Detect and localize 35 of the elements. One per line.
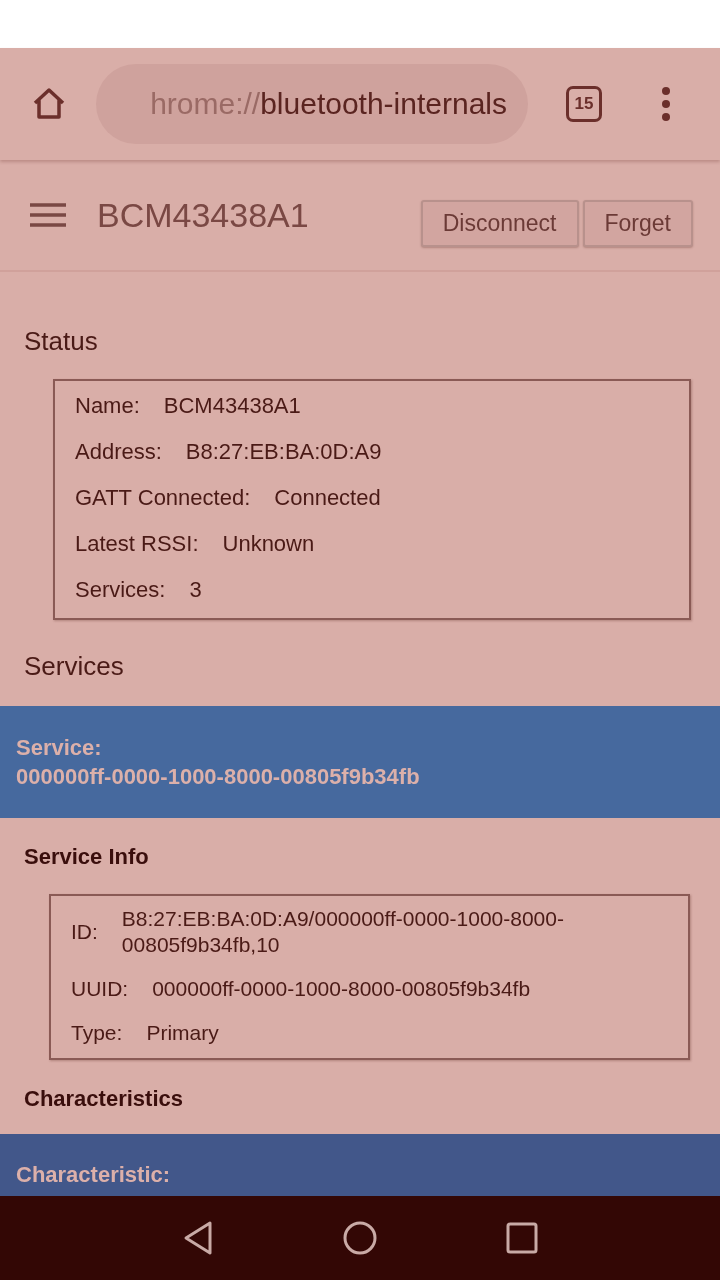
field-label: UUID: <box>71 976 129 1002</box>
service-header[interactable]: Service: 000000ff-0000-1000-8000-00805f9b34fb <box>0 706 720 818</box>
device-title: BCM43438A1 <box>97 195 309 235</box>
field-label: ID: <box>71 919 98 945</box>
subsection-heading: Characteristics <box>24 1086 184 1112</box>
field-label: Services: <box>75 576 166 604</box>
field-value: B8:27:EB:BA:0D:A9/000000ff-0000-1000-8000-00805f9b34fb,10 <box>121 906 565 958</box>
field-value: B8:27:EB:BA:0D:A9 <box>185 438 382 466</box>
url-field[interactable]: hrome://bluetooth-internals <box>96 64 528 144</box>
service-label: Service: <box>16 734 103 762</box>
header-button[interactable]: Forget <box>582 199 693 247</box>
service-uuid: 000000ff-0000-1000-8000-00805f9b34fb <box>16 763 421 791</box>
field-value: 000000ff-0000-1000-8000-00805f9b34fb <box>152 976 531 1002</box>
header-button[interactable]: Disconnect <box>420 199 579 247</box>
field-value: Connected <box>274 484 381 512</box>
tab-count-button[interactable]: 15 <box>566 86 602 122</box>
back-icon[interactable] <box>182 1220 214 1256</box>
characteristic-header[interactable]: Characteristic: <box>0 1134 720 1196</box>
field-label: Type: <box>71 1020 123 1046</box>
section-heading: Services <box>24 651 125 682</box>
field-label: Address: <box>75 438 162 466</box>
field-label: GATT Connected: <box>75 484 251 512</box>
field-value: BCM43438A1 <box>163 392 301 420</box>
home-icon[interactable] <box>342 1220 378 1256</box>
characteristic-label: Characteristic: <box>16 1162 171 1187</box>
menu-icon[interactable] <box>30 203 66 227</box>
recents-icon[interactable] <box>506 1222 538 1254</box>
section-heading: Status <box>24 326 99 357</box>
menu-icon[interactable] <box>660 86 672 122</box>
subsection-heading: Service Info <box>24 844 150 870</box>
field-label: Latest RSSI: <box>75 530 199 558</box>
field-value: Primary <box>146 1020 219 1046</box>
field-value: 3 <box>189 576 202 604</box>
field-label: Name: <box>75 392 140 420</box>
field-value: Unknown <box>222 530 315 558</box>
